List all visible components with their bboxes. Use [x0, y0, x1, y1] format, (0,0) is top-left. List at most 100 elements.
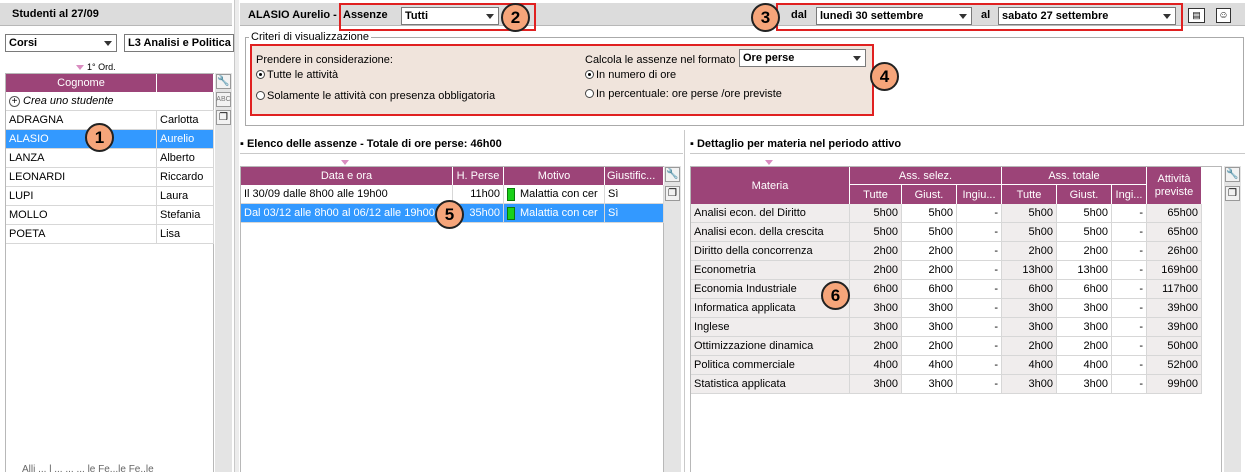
- planned-hours: 65h00: [1147, 204, 1202, 223]
- sub-header[interactable]: Giust.: [902, 185, 957, 204]
- wrench-icon[interactable]: 🔧: [1225, 167, 1240, 182]
- detail-title: ▪ Dettaglio per materia nel periodo atti…: [690, 138, 902, 150]
- subject-name: Analisi econ. del Diritto: [691, 204, 850, 223]
- student-first-name: Stefania: [157, 206, 214, 225]
- tot-all: 13h00: [1002, 261, 1057, 280]
- tot-justified: 5h00: [1057, 223, 1112, 242]
- panel-splitter[interactable]: [234, 0, 239, 472]
- radio-icon: [256, 70, 265, 79]
- subject-row[interactable]: Analisi econ. del Diritto 5h00 5h00-5h00 5h…: [691, 204, 1202, 223]
- students-title: Studenti al 27/09: [12, 8, 99, 20]
- tot-all: 2h00: [1002, 337, 1057, 356]
- students-title-bar: Studenti al 27/09: [0, 3, 232, 26]
- absences-title: ▪ Elenco delle assenze - Totale di ore p…: [240, 138, 502, 150]
- sel-justified: 3h00: [902, 375, 957, 394]
- planned-hours: 65h00: [1147, 223, 1202, 242]
- student-first-name: Riccardo: [157, 168, 214, 187]
- subject-row[interactable]: Econometria 2h00 2h00-13h00 13h00-169h00: [691, 261, 1202, 280]
- subject-row[interactable]: Statistica applicata 3h00 3h00-3h00 3h00-99…: [691, 375, 1202, 394]
- subject-row[interactable]: Informatica applicata 3h00 3h00-3h00 3h00-3…: [691, 299, 1202, 318]
- sub-header[interactable]: Tutte: [1002, 185, 1057, 204]
- planned-hours: 117h00: [1147, 280, 1202, 299]
- student-first-name: Laura: [157, 187, 214, 206]
- col-total-header[interactable]: Ass. totale: [1002, 167, 1147, 185]
- option-all-activities[interactable]: Tutte le attività: [256, 69, 338, 81]
- col-subject-header[interactable]: Materia: [691, 167, 850, 204]
- radio-icon: [585, 89, 594, 98]
- student-row[interactable]: LUPI Laura: [6, 187, 214, 206]
- create-student-row[interactable]: + Crea uno studente: [6, 92, 214, 111]
- subject-name: Politica commerciale: [691, 356, 850, 375]
- sub-header[interactable]: Ingi...: [1112, 185, 1147, 204]
- subject-row[interactable]: Economia Industriale 6h00 6h00-6h00 6h00-11…: [691, 280, 1202, 299]
- wrench-icon[interactable]: 🔧: [216, 74, 231, 89]
- radio-icon: [256, 91, 265, 100]
- subject-row[interactable]: Analisi econ. della crescita 5h00 5h00-5h0…: [691, 223, 1202, 242]
- chevron-down-icon: [486, 14, 494, 19]
- col-hours-header[interactable]: H. Perse: [453, 167, 504, 185]
- tot-justified: 3h00: [1057, 375, 1112, 394]
- tot-all: 3h00: [1002, 318, 1057, 337]
- copy-icon[interactable]: ❐: [216, 110, 231, 125]
- tot-all: 2h00: [1002, 242, 1057, 261]
- student-row[interactable]: LANZA Alberto: [6, 149, 214, 168]
- chevron-down-icon: [853, 56, 861, 61]
- to-date-select[interactable]: sabato 27 settembre: [998, 7, 1176, 25]
- sort-order-indicator[interactable]: 1° Ord.: [76, 62, 116, 72]
- sort-abc-icon[interactable]: ABC: [216, 92, 231, 107]
- format-select[interactable]: Ore perse: [739, 49, 866, 67]
- tot-justified: 3h00: [1057, 318, 1112, 337]
- sel-unjustified: -: [957, 280, 1002, 299]
- sub-header[interactable]: Tutte: [850, 185, 902, 204]
- filter-course-select[interactable]: L3 Analisi e Politica: [124, 34, 234, 52]
- sel-unjustified: -: [957, 337, 1002, 356]
- wrench-icon[interactable]: 🔧: [665, 167, 680, 182]
- col-justified-header[interactable]: Giustific...: [605, 167, 664, 185]
- copy-icon[interactable]: ❐: [665, 186, 680, 201]
- sub-header[interactable]: Ingiu...: [957, 185, 1002, 204]
- filter-type-select[interactable]: Corsi: [5, 34, 117, 52]
- student-row[interactable]: LEONARDI Riccardo: [6, 168, 214, 187]
- user-profile-icon[interactable]: ☺: [1216, 8, 1231, 23]
- planned-hours: 169h00: [1147, 261, 1202, 280]
- student-surname: LANZA: [6, 149, 157, 168]
- col-reason-header[interactable]: Motivo: [504, 167, 605, 185]
- sel-all: 3h00: [850, 299, 902, 318]
- badge-1: 1: [85, 123, 114, 152]
- tot-unjustified: -: [1112, 261, 1147, 280]
- copy-icon[interactable]: ❐: [1225, 186, 1240, 201]
- sel-justified: 4h00: [902, 356, 957, 375]
- option-mandatory-activities[interactable]: Solamente le attività con presenza obbli…: [256, 90, 495, 102]
- badge-3: 3: [751, 3, 780, 32]
- col-planned-header[interactable]: Attività previste: [1147, 167, 1202, 204]
- student-row[interactable]: MOLLO Stefania: [6, 206, 214, 225]
- subject-row[interactable]: Ottimizzazione dinamica 2h00 2h00-2h00 2h00…: [691, 337, 1202, 356]
- col-name-header[interactable]: [157, 74, 214, 92]
- col-surname-header[interactable]: Cognome: [6, 74, 157, 92]
- from-date-select[interactable]: lunedì 30 settembre: [816, 7, 972, 25]
- id-card-icon[interactable]: ▤: [1188, 8, 1205, 23]
- sub-header[interactable]: Giust.: [1057, 185, 1112, 204]
- sel-unjustified: -: [957, 261, 1002, 280]
- subject-name: Econometria: [691, 261, 850, 280]
- subject-row[interactable]: Diritto della concorrenza 2h00 2h00-2h00 2h…: [691, 242, 1202, 261]
- add-icon: +: [9, 95, 20, 107]
- sel-unjustified: -: [957, 299, 1002, 318]
- sort-arrow-icon: [341, 160, 349, 165]
- col-selected-header[interactable]: Ass. selez.: [850, 167, 1002, 185]
- student-first-name: Aurelio: [157, 130, 214, 149]
- chevron-down-icon: [959, 14, 967, 19]
- option-percentage[interactable]: In percentuale: ore perse /ore previste: [585, 88, 782, 100]
- badge-5: 5: [435, 200, 464, 229]
- option-hours-number[interactable]: In numero di ore: [585, 69, 676, 81]
- col-date-header[interactable]: Data e ora: [241, 167, 453, 185]
- planned-hours: 39h00: [1147, 299, 1202, 318]
- subject-row[interactable]: Politica commerciale 4h00 4h00-4h00 4h00-52…: [691, 356, 1202, 375]
- subject-row[interactable]: Inglese 3h00 3h00-3h00 3h00-39h00: [691, 318, 1202, 337]
- sel-all: 3h00: [850, 375, 902, 394]
- panel-splitter-2[interactable]: [684, 130, 685, 472]
- student-row[interactable]: POETA Lisa: [6, 225, 214, 244]
- absences-type-select[interactable]: Tutti: [401, 7, 499, 25]
- sel-justified: 5h00: [902, 223, 957, 242]
- tot-justified: 5h00: [1057, 204, 1112, 223]
